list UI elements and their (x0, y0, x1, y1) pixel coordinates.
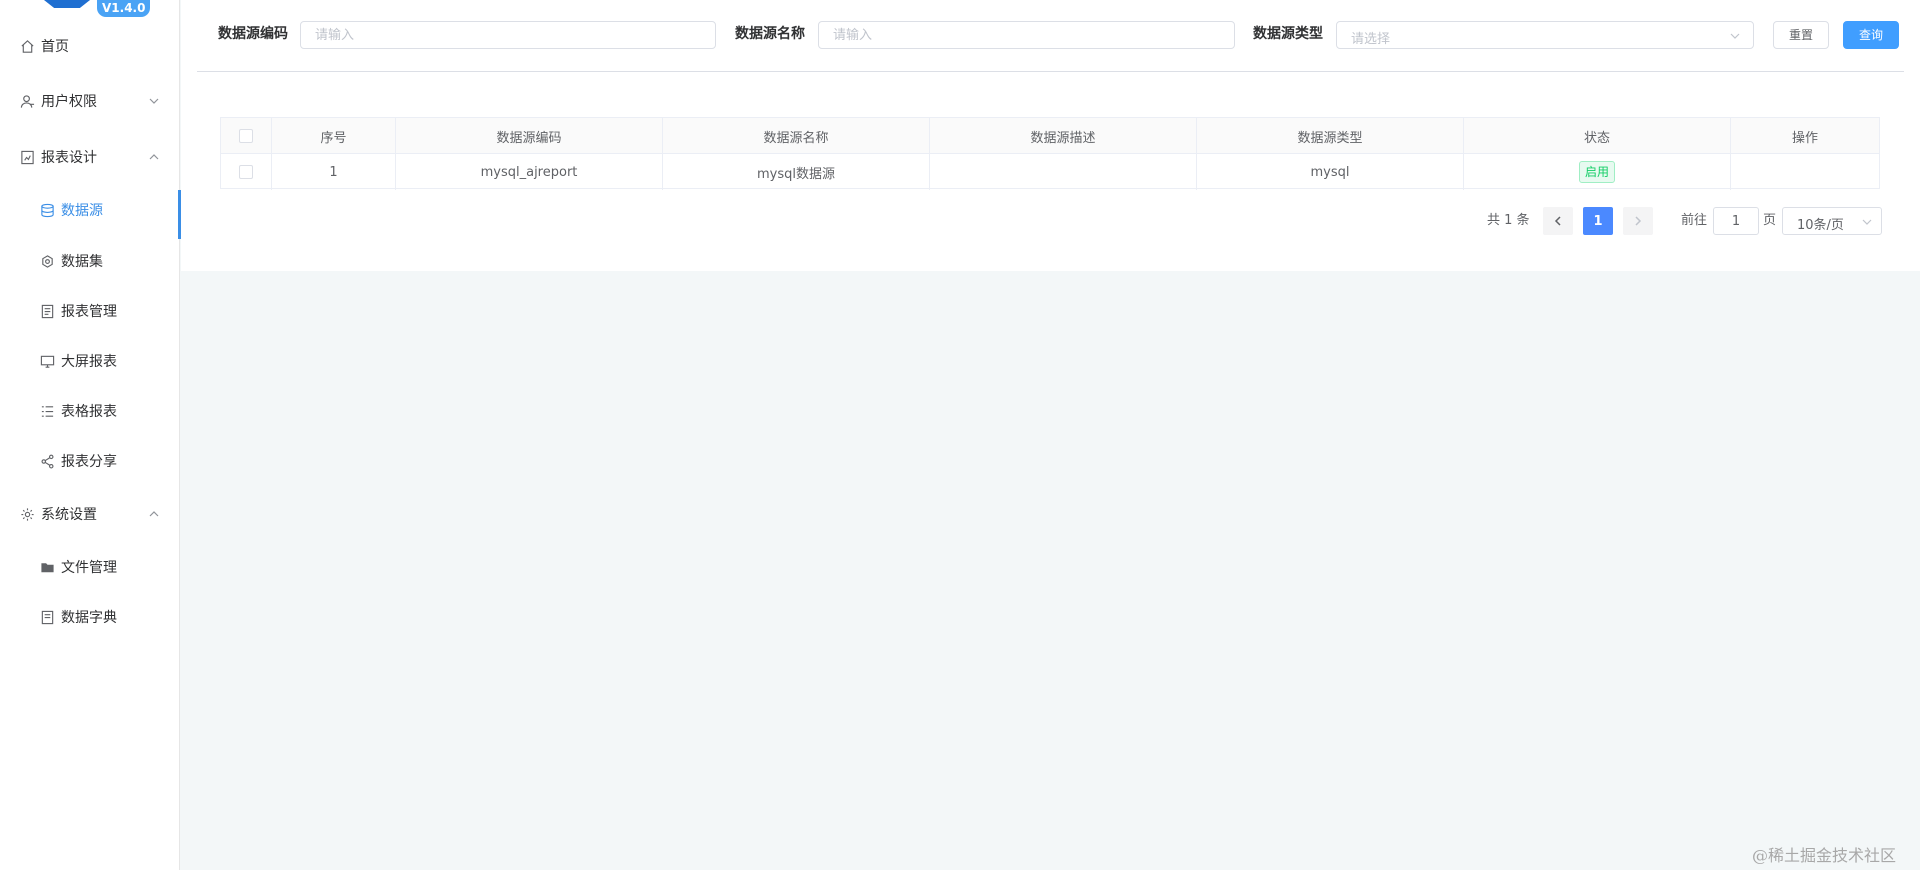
cell-desc (930, 154, 1197, 190)
datasource-table: 序号 数据源编码 数据源名称 数据源描述 数据源类型 状态 操作 1 mysql… (220, 117, 1880, 190)
page-suffix-label: 页 (1763, 213, 1777, 228)
header-type: 数据源类型 (1197, 118, 1464, 154)
main-panel: 数据源编码 数据源名称 数据源类型 请选择 重置 查询 序号 数据源编码 数据源… (181, 0, 1920, 271)
query-button[interactable]: 查询 (1843, 21, 1899, 49)
sidebar-item-report-manage[interactable]: 报表管理 (0, 286, 180, 336)
dictionary-icon (40, 610, 55, 625)
sidebar-item-report-design[interactable]: 报表设计 (0, 132, 180, 182)
chevron-left-icon (1554, 216, 1561, 226)
reset-button[interactable]: 重置 (1773, 21, 1829, 49)
sidebar-item-file-manage[interactable]: 文件管理 (0, 542, 180, 592)
sidebar-item-table-report[interactable]: 表格报表 (0, 386, 180, 436)
cell-code: mysql_ajreport (396, 154, 663, 190)
sidebar-item-user-permission[interactable]: 用户权限 (0, 76, 180, 126)
row-select-cell (221, 154, 272, 190)
header-name: 数据源名称 (663, 118, 930, 154)
sidebar-item-report-share[interactable]: 报表分享 (0, 436, 180, 486)
datasource-code-label: 数据源编码 (218, 26, 288, 42)
home-icon (20, 39, 35, 54)
chevron-up-icon (149, 511, 159, 517)
screen-icon (40, 354, 55, 369)
report-manage-icon (40, 304, 55, 319)
sidebar-item-system-settings[interactable]: 系统设置 (0, 489, 180, 539)
chevron-right-icon (1635, 216, 1642, 226)
datasource-name-label: 数据源名称 (735, 26, 805, 42)
datasource-type-select[interactable]: 请选择 (1336, 21, 1754, 49)
goto-label: 前往 (1681, 213, 1708, 228)
table-header-row: 序号 数据源编码 数据源名称 数据源描述 数据源类型 状态 操作 (221, 118, 1879, 154)
table-row: 1 mysql_ajreport mysql数据源 mysql 启用 (221, 154, 1879, 190)
header-index: 序号 (272, 118, 396, 154)
logo: V1.4.0 (44, 0, 151, 17)
sidebar-item-home[interactable]: 首页 (0, 21, 180, 71)
header-status: 状态 (1464, 118, 1731, 154)
header-select-all (221, 118, 272, 154)
chevron-up-icon (149, 154, 159, 160)
header-action: 操作 (1791, 130, 1818, 146)
status-badge: 启用 (1578, 161, 1615, 183)
next-page-button[interactable] (1623, 207, 1653, 235)
select-all-checkbox[interactable] (239, 129, 253, 143)
sidebar-item-data-dictionary[interactable]: 数据字典 (0, 592, 180, 642)
watermark: @稀土掘金技术社区 (1752, 846, 1897, 865)
page-number-1[interactable]: 1 (1583, 207, 1613, 235)
sidebar-item-dataset[interactable]: 数据集 (0, 236, 180, 286)
dataset-icon (40, 254, 55, 269)
row-checkbox[interactable] (239, 165, 253, 179)
list-icon (40, 404, 55, 419)
database-icon (40, 203, 55, 218)
datasource-type-label: 数据源类型 (1253, 26, 1323, 42)
chevron-down-icon (1730, 33, 1740, 39)
sidebar-item-datasource[interactable]: 数据源 (0, 185, 181, 239)
report-design-icon (20, 150, 35, 165)
sidebar: V1.4.0 首页 用户权限 报表设计 数据源 数据集 报表管理 大屏报表 表格… (0, 0, 181, 870)
cell-name: mysql数据源 (663, 154, 930, 190)
chevron-down-icon (149, 98, 159, 104)
logo-icon (44, 0, 90, 8)
cell-status: 启用 (1464, 154, 1731, 190)
version-badge: V1.4.0 (97, 0, 151, 17)
page-size-select[interactable]: 10条/页 (1782, 207, 1882, 235)
cell-type: mysql (1197, 154, 1464, 190)
cell-index: 1 (272, 154, 396, 190)
cell-action (1731, 154, 1879, 190)
divider (197, 71, 1904, 72)
search-form: 数据源编码 数据源名称 数据源类型 请选择 重置 查询 (181, 0, 1920, 72)
chevron-down-icon (1862, 219, 1872, 225)
header-desc: 数据源描述 (930, 118, 1197, 154)
datasource-name-input[interactable] (818, 21, 1235, 49)
sidebar-item-screen-report[interactable]: 大屏报表 (0, 336, 180, 386)
prev-page-button[interactable] (1543, 207, 1573, 235)
user-icon (20, 94, 35, 109)
goto-page-input[interactable] (1713, 207, 1759, 235)
share-icon (40, 454, 55, 469)
pagination-total: 共 1 条 (1487, 213, 1530, 228)
folder-icon (40, 560, 55, 575)
header-code: 数据源编码 (396, 118, 663, 154)
gear-icon (20, 507, 35, 522)
datasource-code-input[interactable] (300, 21, 716, 49)
